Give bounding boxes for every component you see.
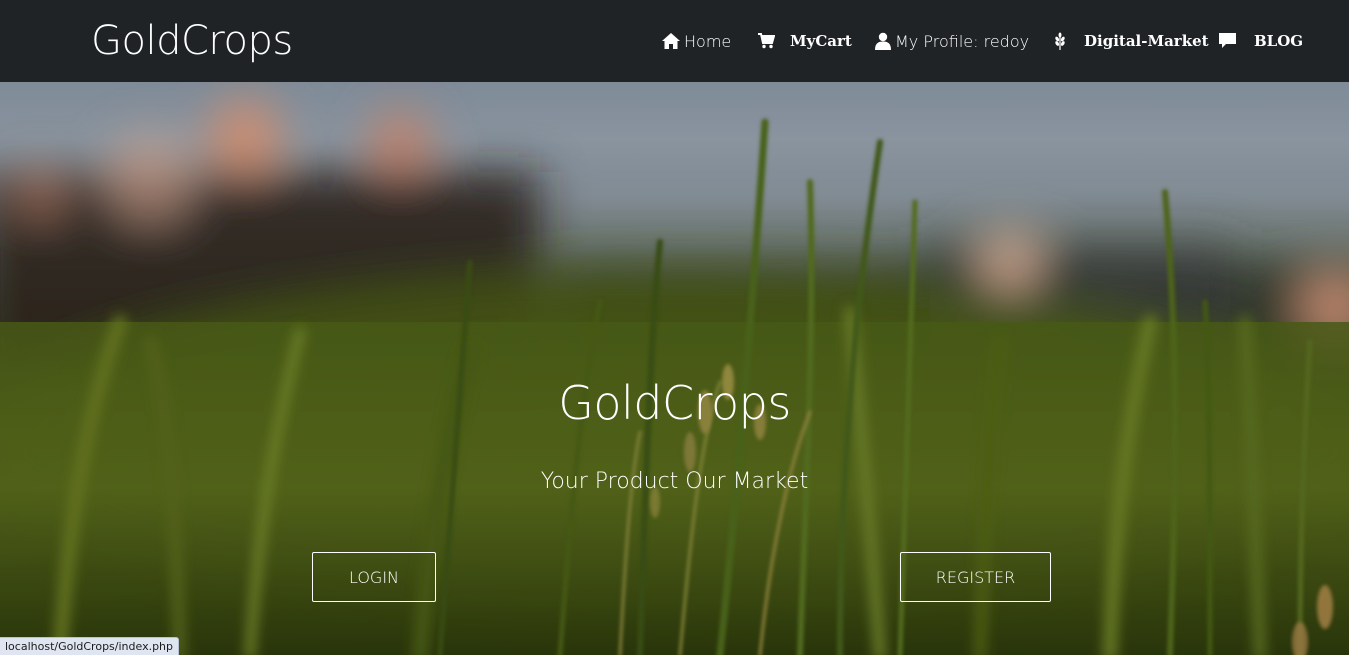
status-bar-url: localhost/GoldCrops/index.php [0,637,180,655]
hero-subtitle: Your Product Our Market [540,469,809,494]
nav-profile-label: My Profile: redoy [895,31,1030,51]
nav-market-link[interactable]: Digital-Market [1054,28,1209,54]
grain-icon [1054,32,1066,50]
nav-home-link[interactable]: Home [661,28,731,54]
user-icon [874,32,892,50]
home-icon [661,32,681,50]
nav-home-label: Home [684,31,732,51]
nav-market-label: Digital-Market [1084,32,1209,50]
wheat-field-background [0,82,1349,655]
nav-blog-link[interactable]: BLOG [1219,28,1303,54]
login-button[interactable]: LOGIN [312,552,436,602]
navbar: GoldCrops Home MyCart My Profile: redoy … [0,0,1349,82]
cart-icon [758,33,775,49]
nav-cart-label: MyCart [790,32,852,50]
register-button[interactable]: REGISTER [900,552,1051,602]
hero-title: GoldCrops [558,376,791,430]
brand-logo-link[interactable]: GoldCrops [91,14,293,68]
nav-profile-link[interactable]: My Profile: redoy [874,28,1029,54]
hero-banner: GoldCrops Your Product Our Market LOGIN … [0,82,1349,655]
nav-cart-link[interactable]: MyCart [758,28,852,54]
nav-blog-label: BLOG [1254,32,1304,50]
comment-icon [1219,33,1236,49]
